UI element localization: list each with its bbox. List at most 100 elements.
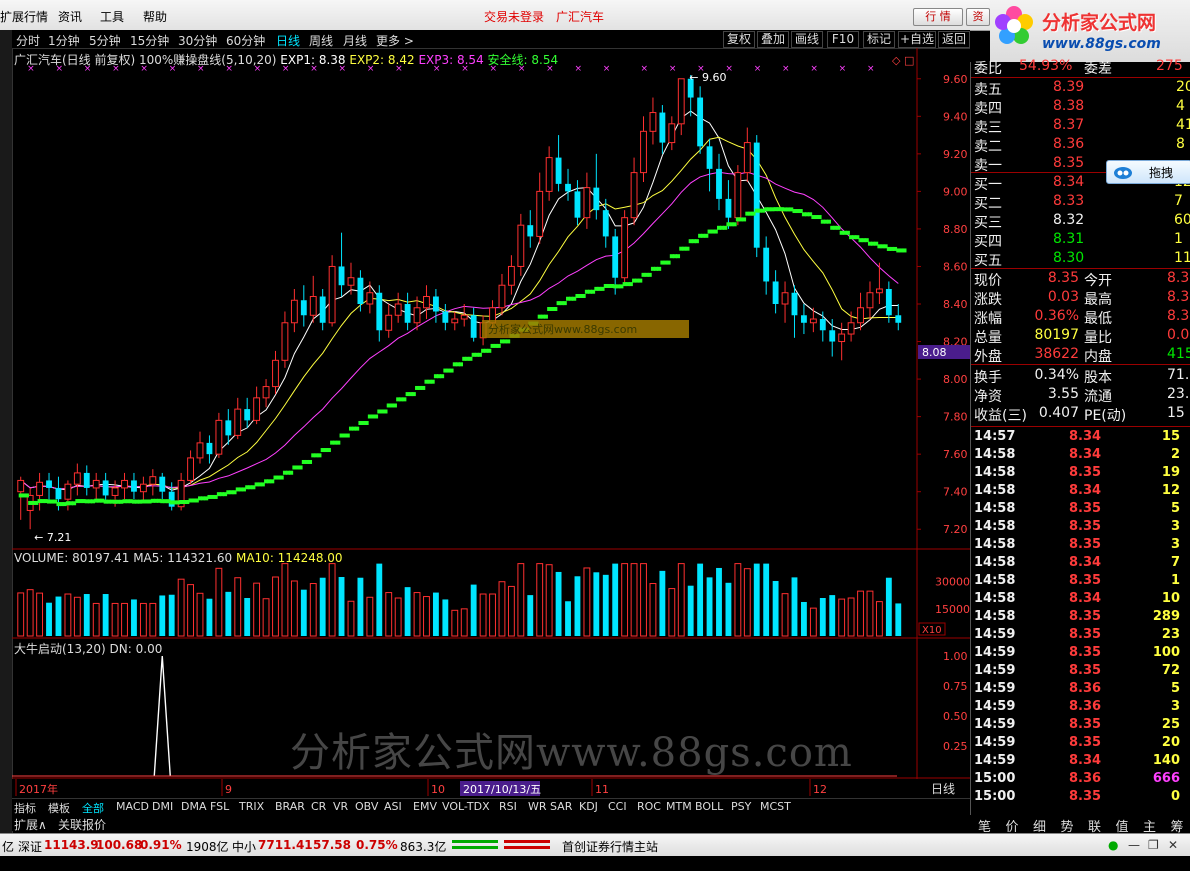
indicator-tab[interactable]: RSI (499, 800, 517, 813)
volume-bar-down (697, 563, 704, 636)
indicator-tab[interactable]: ASI (384, 800, 402, 813)
tick-row: 15:00 8.36 666 (971, 771, 1186, 789)
sell-level: 卖四 (974, 101, 1002, 117)
indicator-tab[interactable]: 模板 (48, 800, 70, 816)
tick-volume: 15 (1161, 429, 1180, 444)
safe-line-dot (836, 225, 841, 230)
indicator-tab[interactable]: BRAR (275, 800, 305, 813)
buy-level: 买二 (974, 196, 1002, 212)
tick-volume: 5 (1170, 501, 1180, 516)
period-tab[interactable]: 分时 (16, 32, 40, 49)
period-tab[interactable]: 5分钟 (89, 32, 121, 49)
overlay-button[interactable]: 叠加 (757, 31, 789, 48)
period-tab[interactable]: 15分钟 (130, 32, 169, 49)
indicator-tab[interactable]: EMV (413, 800, 437, 813)
candle-up (328, 265, 336, 324)
tick-row: 14:58 8.35 3 (971, 519, 1186, 537)
site-logo: 分析家公式网 www.88gs.com (990, 0, 1190, 62)
price-axis-label: 8.40 (943, 298, 968, 311)
tick-row: 14:59 8.36 3 (971, 699, 1186, 717)
indicator-tab[interactable]: KDJ (579, 800, 598, 813)
tick-time: 14:58 (974, 465, 1016, 480)
candle-down (602, 210, 609, 237)
trade-login-status[interactable]: 交易未登录 (484, 8, 544, 25)
period-label: 日线 (931, 782, 955, 796)
period-tab[interactable]: 月线 (343, 32, 367, 49)
menu-news[interactable]: 资讯 (58, 8, 82, 25)
price-axis-label: 7.40 (943, 486, 968, 499)
candle-up (423, 295, 430, 309)
menu-tools[interactable]: 工具 (100, 8, 124, 25)
volume-bar-down (555, 571, 562, 636)
period-tab[interactable]: 30分钟 (178, 32, 217, 49)
indicator-tab[interactable]: 指标 (14, 800, 36, 816)
indicator-tab[interactable]: SAR (550, 800, 572, 813)
period-tab-daily[interactable]: 日线 (276, 32, 300, 49)
menu-extended-quotes[interactable]: 扩展行情 (0, 8, 48, 25)
mark-button[interactable]: 标记 (863, 31, 895, 48)
volume-bar-up (366, 596, 374, 637)
tick-volume: 1 (1170, 573, 1180, 588)
volume-bar-up (290, 580, 298, 637)
drag-float-button[interactable]: 拖拽 (1106, 160, 1190, 184)
period-more[interactable]: 更多 > (376, 32, 414, 49)
back-button[interactable]: 返回 (938, 31, 970, 48)
related-quotes[interactable]: 关联报价 (58, 816, 106, 833)
candle-up (649, 112, 657, 132)
indicator-tab[interactable]: BOLL (695, 800, 723, 813)
overlay-text: 分析家公式网www.88gs.com (488, 322, 637, 336)
tick-row: 14:57 8.34 15 (971, 429, 1186, 447)
indicator-tab[interactable]: DMA (181, 800, 207, 813)
candle-up (139, 483, 147, 493)
kline-chart[interactable]: 9.609.409.209.008.808.608.408.208.007.80… (12, 48, 970, 798)
indicator-axis-label: 0.25 (943, 740, 968, 753)
indicator-tab[interactable]: FSL (210, 800, 229, 813)
indicator-tab[interactable]: MTM (666, 800, 692, 813)
indicator-tab[interactable]: MCST (760, 800, 791, 813)
indicator-tab[interactable]: MACD (116, 800, 149, 813)
period-tab[interactable]: 周线 (309, 32, 333, 49)
extend-toggle[interactable]: 扩展∧ (14, 816, 47, 833)
indicator-tab[interactable]: VR (333, 800, 348, 813)
period-tab[interactable]: 1分钟 (48, 32, 80, 49)
indicator-tab[interactable]: CCI (608, 800, 627, 813)
period-tab[interactable]: 60分钟 (226, 32, 265, 49)
buy-volume: 115 (1174, 250, 1190, 266)
indicator-tab[interactable]: VOL-TDX (442, 800, 490, 813)
close-icon[interactable]: ✕ (1168, 838, 1178, 852)
indicator-tab[interactable]: ROC (637, 800, 661, 813)
safe-line-dot (704, 233, 709, 238)
volume-bar-down (319, 577, 326, 636)
minimize-icon[interactable]: — (1128, 838, 1140, 852)
volume-bar-up (196, 592, 204, 637)
menu-help[interactable]: 帮助 (143, 8, 167, 25)
tick-price: 8.34 (1069, 753, 1102, 768)
restore-icon[interactable]: ❐ (1148, 838, 1159, 852)
tick-price: 8.35 (1069, 735, 1102, 750)
high-price-marker: ← 9.60 (689, 71, 726, 84)
indicator-tab[interactable]: CR (311, 800, 326, 813)
signal-mark: × (839, 64, 847, 74)
indicator-tab[interactable]: 全部 (82, 800, 104, 816)
stat-value: 8.3 (1167, 308, 1190, 324)
indicator-tab[interactable]: DMI (152, 800, 173, 813)
add-watchlist-button[interactable]: +自选 (898, 31, 936, 48)
tick-volume: 7 (1170, 555, 1180, 570)
volume-bar-down (612, 563, 619, 636)
indicator-tab[interactable]: TRIX (239, 800, 264, 813)
tick-time: 14:58 (974, 591, 1016, 606)
f10-button[interactable]: F10 (827, 31, 859, 48)
volume-bar-down (791, 577, 798, 636)
stat-label: 股本 (1084, 370, 1112, 386)
quote-button[interactable]: 行 情 (913, 8, 963, 26)
draw-line-button[interactable]: 画线 (791, 31, 823, 48)
candle-up (111, 487, 119, 496)
trade-button[interactable]: 资 (966, 8, 990, 26)
sell-price: 8.35 (1053, 155, 1085, 171)
restore-rights-button[interactable]: 复权 (723, 31, 755, 48)
indicator-tab[interactable]: PSY (731, 800, 751, 813)
tick-volume: 3 (1170, 699, 1180, 714)
indicator-tab[interactable]: OBV (355, 800, 378, 813)
indicator-tab[interactable]: WR (528, 800, 547, 813)
buy-level: 买五 (974, 253, 1002, 269)
